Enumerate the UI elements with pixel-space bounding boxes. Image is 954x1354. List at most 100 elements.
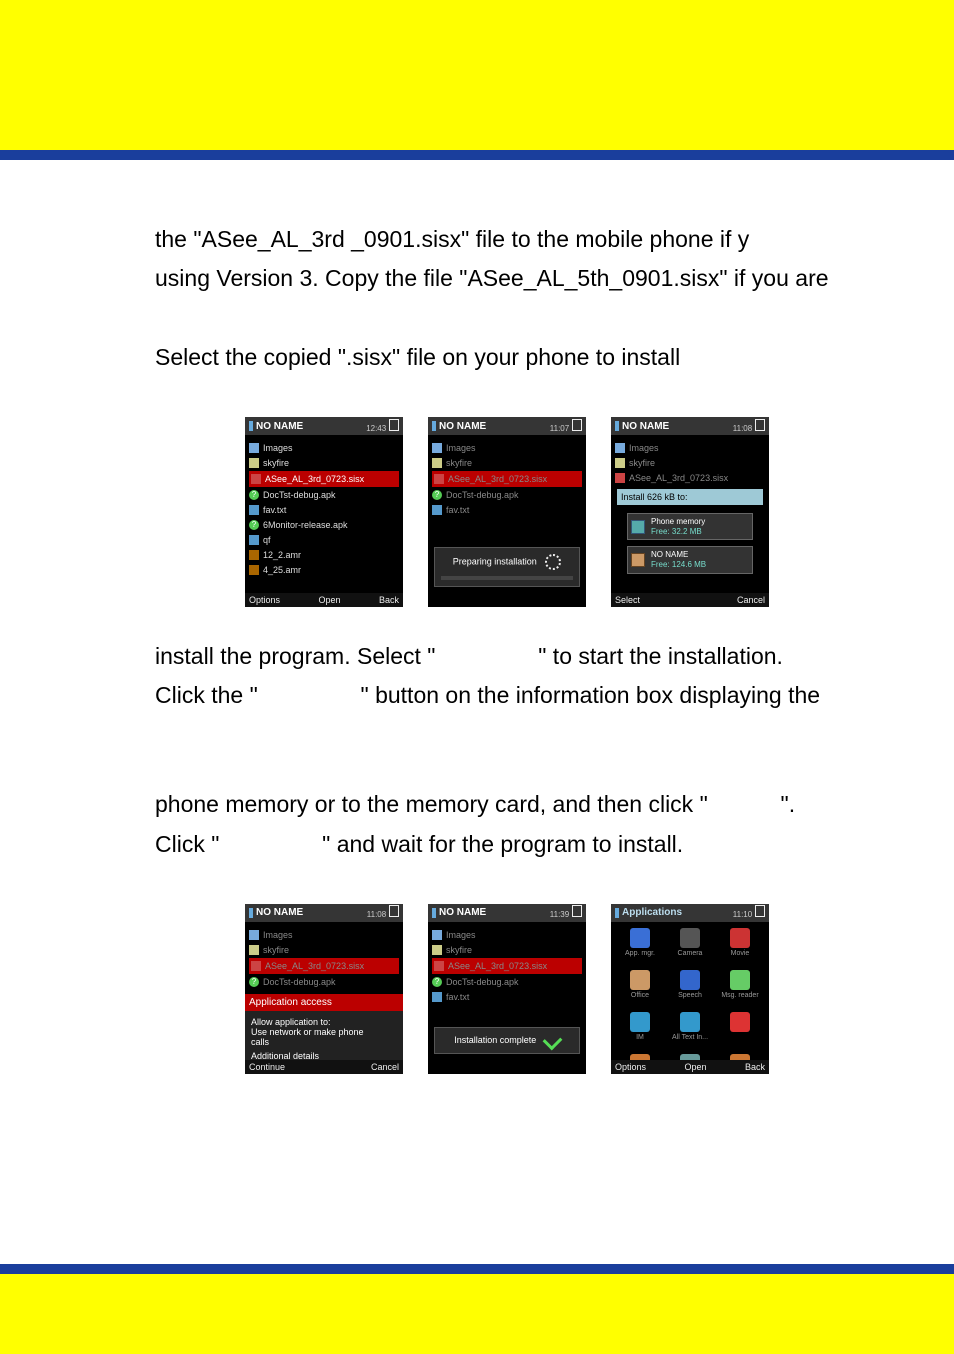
phone-memory-icon bbox=[631, 520, 645, 534]
file-name: DocTst-debug.apk bbox=[263, 490, 336, 500]
phone-time: 11:10 bbox=[733, 910, 752, 919]
file-row[interactable]: ?DocTst-debug.apk bbox=[249, 488, 399, 502]
file-row[interactable]: 12_2.amr bbox=[249, 548, 399, 562]
paragraph-1: the "ASee_AL_3rd _0901.sisx" file to the… bbox=[155, 220, 874, 298]
file-name: ASee_AL_3rd_0723.sisx bbox=[265, 961, 364, 971]
phone-titlebar: NO NAME 11:08 bbox=[611, 417, 769, 435]
app-icon bbox=[630, 1012, 650, 1032]
phone-screen-install-complete: NO NAME 11:39 ImagesskyfireASee_AL_3rd_0… bbox=[428, 904, 586, 1074]
mem-free: Free: 124.6 MB bbox=[651, 560, 706, 569]
softkey-mid[interactable]: Open bbox=[684, 1062, 706, 1072]
app-icon bbox=[730, 970, 750, 990]
file-icon: ? bbox=[249, 520, 259, 530]
text: using Version 3. Copy the file "ASee_AL_… bbox=[155, 265, 829, 291]
softkey-right[interactable]: Back bbox=[379, 595, 399, 605]
softkey-left[interactable]: Options bbox=[249, 595, 280, 605]
gear-icon bbox=[545, 554, 561, 570]
file-name: Images bbox=[629, 443, 659, 453]
app-item[interactable]: IM bbox=[617, 1012, 663, 1050]
footer-yellow-band bbox=[0, 1274, 954, 1354]
file-row[interactable]: Images bbox=[432, 441, 582, 455]
file-name: fav.txt bbox=[446, 505, 469, 515]
app-item[interactable] bbox=[717, 1012, 763, 1050]
softkey-left[interactable]: Select bbox=[615, 595, 640, 605]
text: Click " bbox=[155, 831, 219, 857]
file-name: skyfire bbox=[263, 945, 289, 955]
file-row[interactable]: fav.txt bbox=[249, 503, 399, 517]
file-icon bbox=[432, 945, 442, 955]
mem-free: Free: 32.2 MB bbox=[651, 527, 702, 536]
memory-option-phone[interactable]: Phone memory Free: 32.2 MB bbox=[627, 513, 753, 540]
file-row[interactable]: Images bbox=[615, 441, 765, 455]
phone-titlebar: Applications 11:10 bbox=[611, 904, 769, 922]
file-row[interactable]: ASee_AL_3rd_0723.sisx bbox=[615, 471, 765, 485]
app-item[interactable]: Camera bbox=[667, 928, 713, 966]
file-list: Images skyfire ASee_AL_3rd_0723.sisx ?DocTs… bbox=[245, 922, 403, 989]
file-row[interactable]: skyfire bbox=[432, 943, 582, 957]
app-label: Speech bbox=[678, 992, 702, 999]
file-icon bbox=[249, 535, 259, 545]
text: Click the " bbox=[155, 682, 258, 708]
file-row[interactable]: skyfire bbox=[615, 456, 765, 470]
softkey-bar: Select Cancel bbox=[611, 593, 769, 607]
phone-title: NO NAME bbox=[256, 421, 303, 432]
file-row[interactable]: 4_25.amr bbox=[249, 563, 399, 577]
file-row[interactable]: ASee_AL_3rd_0723.sisx bbox=[432, 471, 582, 487]
file-name: ASee_AL_3rd_0723.sisx bbox=[629, 473, 728, 483]
file-icon bbox=[249, 930, 259, 940]
file-row[interactable]: ASee_AL_3rd_0723.sisx bbox=[432, 958, 582, 974]
file-icon bbox=[434, 474, 444, 484]
file-row[interactable]: ASee_AL_3rd_0723.sisx bbox=[249, 471, 399, 487]
softkey-right[interactable]: Cancel bbox=[737, 595, 765, 605]
softkey-bar: Options Open Back bbox=[245, 593, 403, 607]
paragraph-3: install the program. Select " " to start… bbox=[155, 637, 874, 715]
file-row[interactable]: Images bbox=[249, 928, 399, 942]
complete-dialog: Installation complete bbox=[434, 1027, 580, 1054]
signal-icon bbox=[432, 908, 436, 918]
file-row[interactable]: Images bbox=[249, 441, 399, 455]
file-name: skyfire bbox=[263, 458, 289, 468]
file-row[interactable]: skyfire bbox=[432, 456, 582, 470]
file-name: DocTst-debug.apk bbox=[446, 977, 519, 987]
file-icon bbox=[249, 458, 259, 468]
file-icon bbox=[615, 443, 625, 453]
phone-screen-app-access: NO NAME 11:08 ImagesskyfireASee_AL_3rd_0… bbox=[245, 904, 403, 1074]
preparing-dialog: Preparing installation bbox=[434, 547, 580, 587]
softkey-mid[interactable]: Open bbox=[318, 595, 340, 605]
file-row[interactable]: ASee_AL_3rd_0723.sisx bbox=[249, 958, 399, 974]
file-row[interactable]: fav.txt bbox=[432, 503, 582, 517]
memory-option-card[interactable]: NO NAME Free: 124.6 MB bbox=[627, 546, 753, 573]
file-row[interactable]: skyfire bbox=[249, 943, 399, 957]
file-row[interactable]: Images bbox=[432, 928, 582, 942]
file-row[interactable]: ?DocTst-debug.apk bbox=[432, 975, 582, 989]
softkey-left[interactable]: Continue bbox=[249, 1062, 285, 1072]
softkey-right[interactable]: Cancel bbox=[371, 1062, 399, 1072]
softkey-bar: Continue Cancel bbox=[245, 1060, 403, 1074]
file-row[interactable]: ?DocTst-debug.apk bbox=[249, 975, 399, 989]
app-item[interactable]: App. mgr. bbox=[617, 928, 663, 966]
app-item[interactable]: Msg. reader bbox=[717, 970, 763, 1008]
app-item[interactable]: Speech bbox=[667, 970, 713, 1008]
header-blue-strip bbox=[0, 150, 954, 160]
file-row[interactable]: skyfire bbox=[249, 456, 399, 470]
app-item[interactable]: Movie bbox=[717, 928, 763, 966]
app-item[interactable]: Office bbox=[617, 970, 663, 1008]
mem-name: Phone memory bbox=[651, 517, 705, 526]
file-list: ImagesskyfireASee_AL_3rd_0723.sisx?DocTs… bbox=[245, 435, 403, 577]
app-label: Camera bbox=[678, 950, 703, 957]
text: install the program. Select " bbox=[155, 643, 435, 669]
file-row[interactable]: qf bbox=[249, 533, 399, 547]
softkey-left[interactable]: Options bbox=[615, 1062, 646, 1072]
screenshot-row-1: NO NAME 12:43 ImagesskyfireASee_AL_3rd_0… bbox=[245, 417, 874, 607]
file-name: qf bbox=[263, 535, 271, 545]
file-name: Images bbox=[263, 443, 293, 453]
softkey-right[interactable]: Back bbox=[745, 1062, 765, 1072]
app-item[interactable]: All Text In... bbox=[667, 1012, 713, 1050]
file-row[interactable]: ?DocTst-debug.apk bbox=[432, 488, 582, 502]
mem-name: NO NAME bbox=[651, 550, 688, 559]
file-row[interactable]: ?6Monitor-release.apk bbox=[249, 518, 399, 532]
phone-titlebar: NO NAME 12:43 bbox=[245, 417, 403, 435]
text: " and wait for the program to install. bbox=[322, 831, 683, 857]
file-row[interactable]: fav.txt bbox=[432, 990, 582, 1004]
app-icon bbox=[630, 970, 650, 990]
